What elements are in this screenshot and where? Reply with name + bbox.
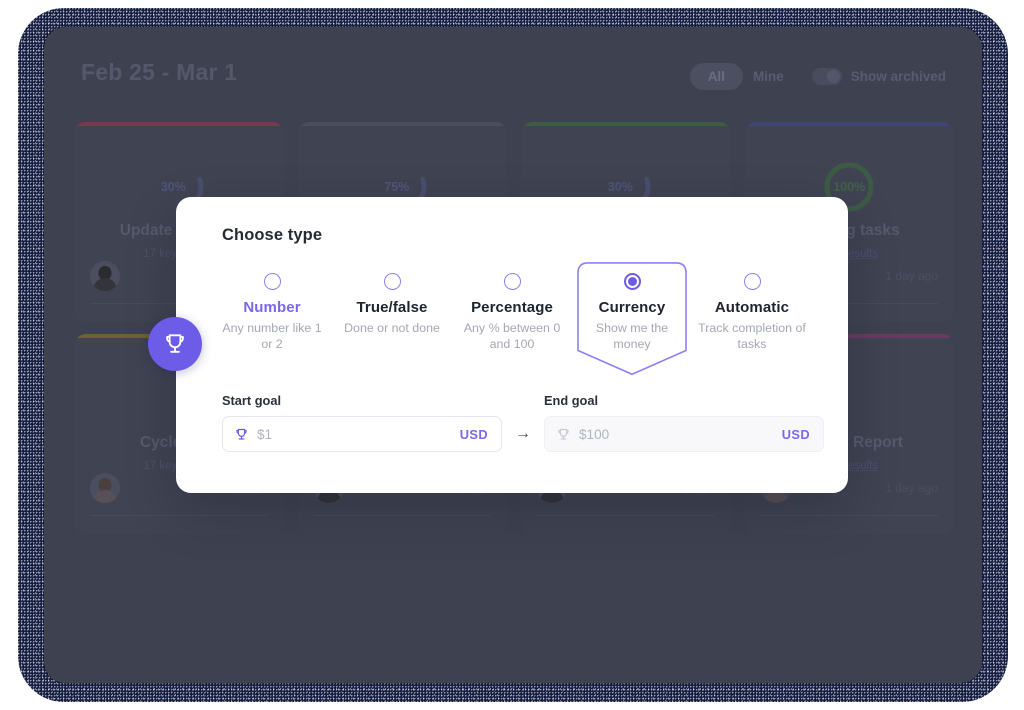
- type-option-label: Percentage: [471, 299, 553, 316]
- progress-percent: 30%: [607, 180, 633, 194]
- radio-icon-selected[interactable]: [623, 273, 641, 290]
- start-goal-field: Start goal $1 USD: [222, 393, 502, 452]
- show-archived-label: Show archived: [850, 69, 946, 84]
- end-goal-currency[interactable]: USD: [782, 427, 810, 442]
- type-option-description: Done or not done: [344, 321, 440, 335]
- type-option-description: Any number like 1 or 2: [222, 321, 322, 351]
- trophy-icon: [234, 427, 249, 442]
- start-goal-currency[interactable]: USD: [460, 427, 488, 442]
- trophy-icon: [166, 334, 184, 353]
- end-goal-field: End goal $100 USD: [544, 393, 824, 452]
- scope-filter: All Mine: [689, 63, 784, 90]
- header-controls: All Mine Show archived: [689, 63, 946, 90]
- filter-all-button[interactable]: All: [689, 63, 743, 90]
- radio-icon[interactable]: [263, 273, 281, 290]
- card-divider: [313, 515, 491, 516]
- radio-icon[interactable]: [503, 273, 521, 290]
- type-option-list: Number Any number like 1 or 2 True/false…: [212, 259, 812, 376]
- filter-mine-button[interactable]: Mine: [753, 69, 784, 84]
- type-option-percentage[interactable]: Percentage Any % between 0 and 100: [452, 259, 572, 364]
- trophy-icon: [556, 427, 571, 442]
- type-option-description: Any % between 0 and 100: [463, 321, 561, 351]
- card-divider: [537, 515, 715, 516]
- end-goal-input[interactable]: $100 USD: [544, 416, 824, 452]
- progress-percent: 75%: [384, 180, 410, 194]
- card-divider: [760, 515, 938, 516]
- modal-title: Choose type: [222, 226, 323, 244]
- app-header: Feb 25 - Mar 1 All Mine Show archived: [44, 27, 982, 119]
- goal-inputs-row: Start goal $1 USD → End goal $100 USD: [222, 393, 824, 452]
- show-archived-toggle-wrap[interactable]: Show archived: [811, 68, 946, 85]
- card-accent-bar: [521, 122, 731, 126]
- start-goal-input[interactable]: $1 USD: [222, 416, 502, 452]
- card-divider: [90, 515, 268, 516]
- type-option-label: Number: [243, 299, 301, 316]
- progress-percent: 30%: [160, 180, 186, 194]
- trophy-badge[interactable]: [148, 317, 202, 371]
- type-option-description: Show me the money: [595, 321, 669, 351]
- end-goal-label: End goal: [544, 393, 599, 408]
- avatar: [90, 261, 120, 291]
- choose-type-modal: Choose type Number Any number like 1 or …: [176, 197, 848, 493]
- card-timestamp: 1 day ago: [885, 269, 938, 283]
- card-timestamp: 1 day ago: [885, 481, 938, 495]
- start-goal-label: Start goal: [222, 393, 282, 408]
- radio-icon[interactable]: [743, 273, 761, 290]
- type-option-label: Currency: [598, 299, 666, 316]
- type-option-number[interactable]: Number Any number like 1 or 2: [212, 259, 332, 364]
- goal-arrow-icon: →: [515, 425, 531, 442]
- type-option-label: Automatic: [714, 299, 790, 316]
- type-option-label: True/false: [356, 299, 428, 316]
- screenshot-root: Feb 25 - Mar 1 All Mine Show archived 30…: [0, 0, 1024, 710]
- type-option-currency[interactable]: Currency Show me the money: [572, 259, 692, 376]
- type-option-description: Track completion of tasks: [698, 321, 806, 351]
- type-option-automatic[interactable]: Automatic Track completion of tasks: [692, 259, 812, 364]
- progress-percent: 100%: [833, 180, 866, 194]
- end-goal-value[interactable]: $100: [579, 427, 782, 442]
- page-title: Feb 25 - Mar 1: [81, 59, 238, 85]
- type-option-true-false[interactable]: True/false Done or not done: [332, 259, 452, 364]
- avatar: [90, 473, 120, 503]
- start-goal-value[interactable]: $1: [257, 427, 460, 442]
- card-accent-bar: [74, 122, 284, 126]
- card-accent-bar: [297, 122, 507, 126]
- radio-icon[interactable]: [383, 273, 401, 290]
- card-accent-bar: [744, 122, 954, 126]
- show-archived-toggle[interactable]: [811, 68, 842, 85]
